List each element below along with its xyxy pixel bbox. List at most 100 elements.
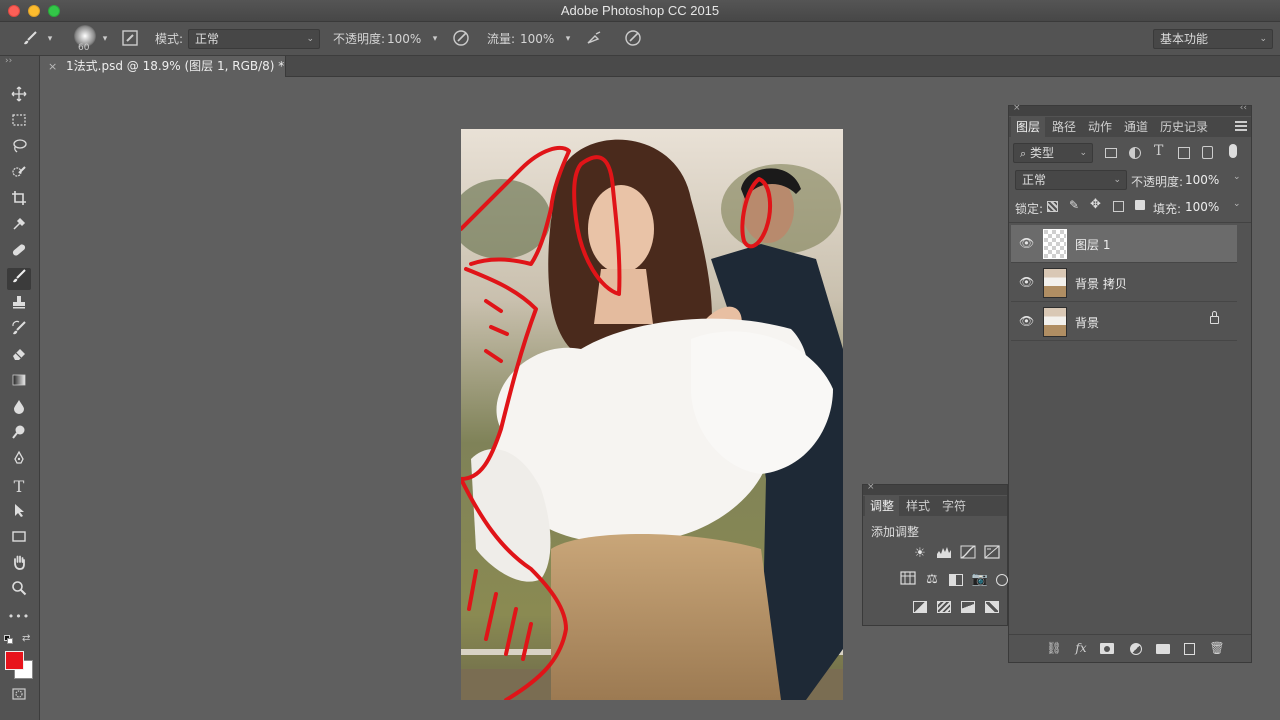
layer-blend-mode-dropdown[interactable]: 正常 ⌄ — [1015, 170, 1127, 190]
vibrance-icon[interactable] — [899, 571, 917, 589]
lock-all-icon[interactable] — [1135, 200, 1145, 210]
foreground-color-swatch[interactable] — [5, 651, 24, 670]
mode-dropdown[interactable]: 正常 ⌄ — [188, 29, 320, 49]
tab-channels[interactable]: 通道 — [1119, 117, 1153, 137]
pressure-size-icon[interactable] — [623, 29, 643, 49]
stamp-icon[interactable] — [7, 294, 31, 316]
blur-icon[interactable] — [7, 398, 31, 420]
chevron-down-icon[interactable]: ⌄ — [1233, 172, 1241, 182]
trash-icon[interactable]: 🗑 — [1208, 641, 1226, 657]
quick-select-icon[interactable] — [7, 164, 31, 186]
lock-pixels-icon[interactable]: ✎ — [1069, 198, 1079, 212]
dodge-icon[interactable] — [7, 424, 31, 446]
healing-icon[interactable] — [7, 242, 31, 264]
tab-actions[interactable]: 动作 — [1083, 117, 1117, 137]
type-icon[interactable]: T — [7, 476, 31, 498]
layer-lock-icon — [1210, 316, 1219, 324]
close-panel-icon[interactable]: × — [1013, 103, 1021, 113]
tab-adjustments[interactable]: 调整 — [865, 496, 900, 516]
marquee-icon[interactable] — [7, 112, 31, 134]
pen-icon[interactable] — [7, 450, 31, 472]
gradient-icon[interactable] — [7, 372, 31, 394]
tab-character[interactable]: 字符 — [937, 496, 971, 516]
lock-artboard-icon[interactable] — [1113, 201, 1124, 212]
rectangle-icon[interactable] — [7, 528, 31, 550]
new-layer-icon[interactable] — [1181, 641, 1199, 657]
tab-paths[interactable]: 路径 — [1047, 117, 1081, 137]
flow-value[interactable]: 100% — [520, 22, 554, 56]
lasso-icon[interactable] — [7, 138, 31, 160]
layer-row[interactable]: 👁 背景 拷贝 — [1011, 264, 1237, 302]
tab-styles[interactable]: 样式 — [901, 496, 935, 516]
airbrush-icon[interactable] — [584, 29, 604, 49]
document-tab[interactable]: × 1法式.psd @ 18.9% (图层 1, RGB/8) * — [40, 56, 286, 77]
filter-pixel-icon[interactable] — [1105, 148, 1117, 158]
tab-layers[interactable]: 图层 — [1011, 117, 1046, 137]
panel-menu-icon[interactable] — [1235, 121, 1247, 131]
pressure-opacity-icon[interactable] — [451, 29, 471, 49]
threshold-icon[interactable] — [959, 598, 977, 616]
chevron-down-icon[interactable]: ▾ — [425, 29, 445, 49]
workspace-dropdown[interactable]: 基本功能 ⌄ — [1153, 29, 1273, 49]
filter-toggle-icon[interactable] — [1229, 144, 1237, 158]
eraser-icon[interactable] — [7, 346, 31, 368]
layer-opacity-label: 不透明度: — [1131, 175, 1184, 189]
lock-transparency-icon[interactable] — [1047, 201, 1058, 212]
opacity-value[interactable]: 100% — [387, 22, 421, 56]
visibility-eye-icon[interactable]: 👁 — [1019, 275, 1034, 289]
curves-icon[interactable] — [959, 545, 977, 563]
lock-position-icon[interactable]: ✥ — [1090, 197, 1101, 212]
default-colors-icon[interactable] — [4, 635, 14, 645]
black-white-icon[interactable] — [947, 571, 965, 589]
posterize-icon[interactable] — [935, 598, 953, 616]
more-icon[interactable]: ••• — [7, 606, 31, 628]
filter-adjustment-icon[interactable] — [1129, 147, 1141, 159]
filter-shape-icon[interactable] — [1178, 147, 1190, 159]
collapse-panel-icon[interactable]: ‹‹ — [1240, 103, 1247, 113]
chevron-down-icon: ⌄ — [306, 34, 314, 44]
link-icon[interactable]: ⛓ — [1045, 641, 1063, 657]
chevron-down-icon[interactable]: ▾ — [95, 29, 115, 49]
folder-icon[interactable] — [1154, 641, 1172, 657]
fx-icon[interactable]: fx — [1072, 641, 1090, 657]
document-canvas[interactable] — [461, 129, 843, 700]
mask-icon[interactable] — [1100, 641, 1118, 657]
visibility-eye-icon[interactable]: 👁 — [1019, 236, 1034, 250]
move-icon[interactable] — [7, 86, 31, 108]
crop-icon[interactable] — [7, 190, 31, 212]
adjustment-icon[interactable] — [1127, 641, 1145, 657]
invert-icon[interactable] — [911, 598, 929, 616]
chevron-down-icon[interactable]: ▾ — [558, 29, 578, 49]
filter-type-icon[interactable]: T — [1154, 143, 1163, 159]
filter-smart-object-icon[interactable] — [1202, 146, 1213, 159]
color-balance-icon[interactable]: ⚖ — [923, 571, 941, 589]
photo-filter-icon[interactable]: 📷 — [971, 571, 989, 589]
eyedropper-icon[interactable] — [7, 216, 31, 238]
chevron-down-icon[interactable]: ▾ — [40, 29, 60, 49]
brightness-contrast-icon[interactable]: ☀ — [911, 545, 929, 563]
gradient-map-icon[interactable] — [983, 598, 1001, 616]
layer-opacity-value[interactable]: 100% — [1185, 173, 1219, 187]
hand-icon[interactable] — [7, 554, 31, 576]
history-brush-icon[interactable] — [7, 320, 31, 342]
tab-history[interactable]: 历史记录 — [1155, 117, 1213, 137]
layer-filter-dropdown[interactable]: ⌕ 类型 ⌄ — [1013, 143, 1093, 163]
channel-mixer-icon[interactable] — [993, 571, 1011, 589]
brush-panel-toggle-icon[interactable] — [120, 29, 140, 49]
panel-collapse-icon[interactable]: ›› — [5, 56, 12, 66]
quick-mask-icon[interactable] — [7, 686, 31, 708]
fill-value[interactable]: 100% — [1185, 200, 1219, 214]
path-select-icon[interactable] — [7, 502, 31, 524]
zoom-icon[interactable] — [7, 580, 31, 602]
close-tab-icon[interactable]: × — [48, 56, 57, 77]
brush-tool-preset-icon[interactable] — [20, 29, 40, 49]
close-panel-icon[interactable]: × — [867, 482, 875, 492]
levels-icon[interactable] — [935, 545, 953, 563]
chevron-down-icon[interactable]: ⌄ — [1233, 199, 1241, 209]
layer-row[interactable]: 👁 图层 1 — [1011, 225, 1237, 263]
layer-row[interactable]: 👁 背景 — [1011, 303, 1237, 341]
exposure-icon[interactable] — [983, 545, 1001, 563]
visibility-eye-icon[interactable]: 👁 — [1019, 314, 1034, 328]
brush-icon[interactable] — [7, 268, 31, 290]
swap-colors-icon[interactable]: ⇄ — [22, 633, 30, 644]
